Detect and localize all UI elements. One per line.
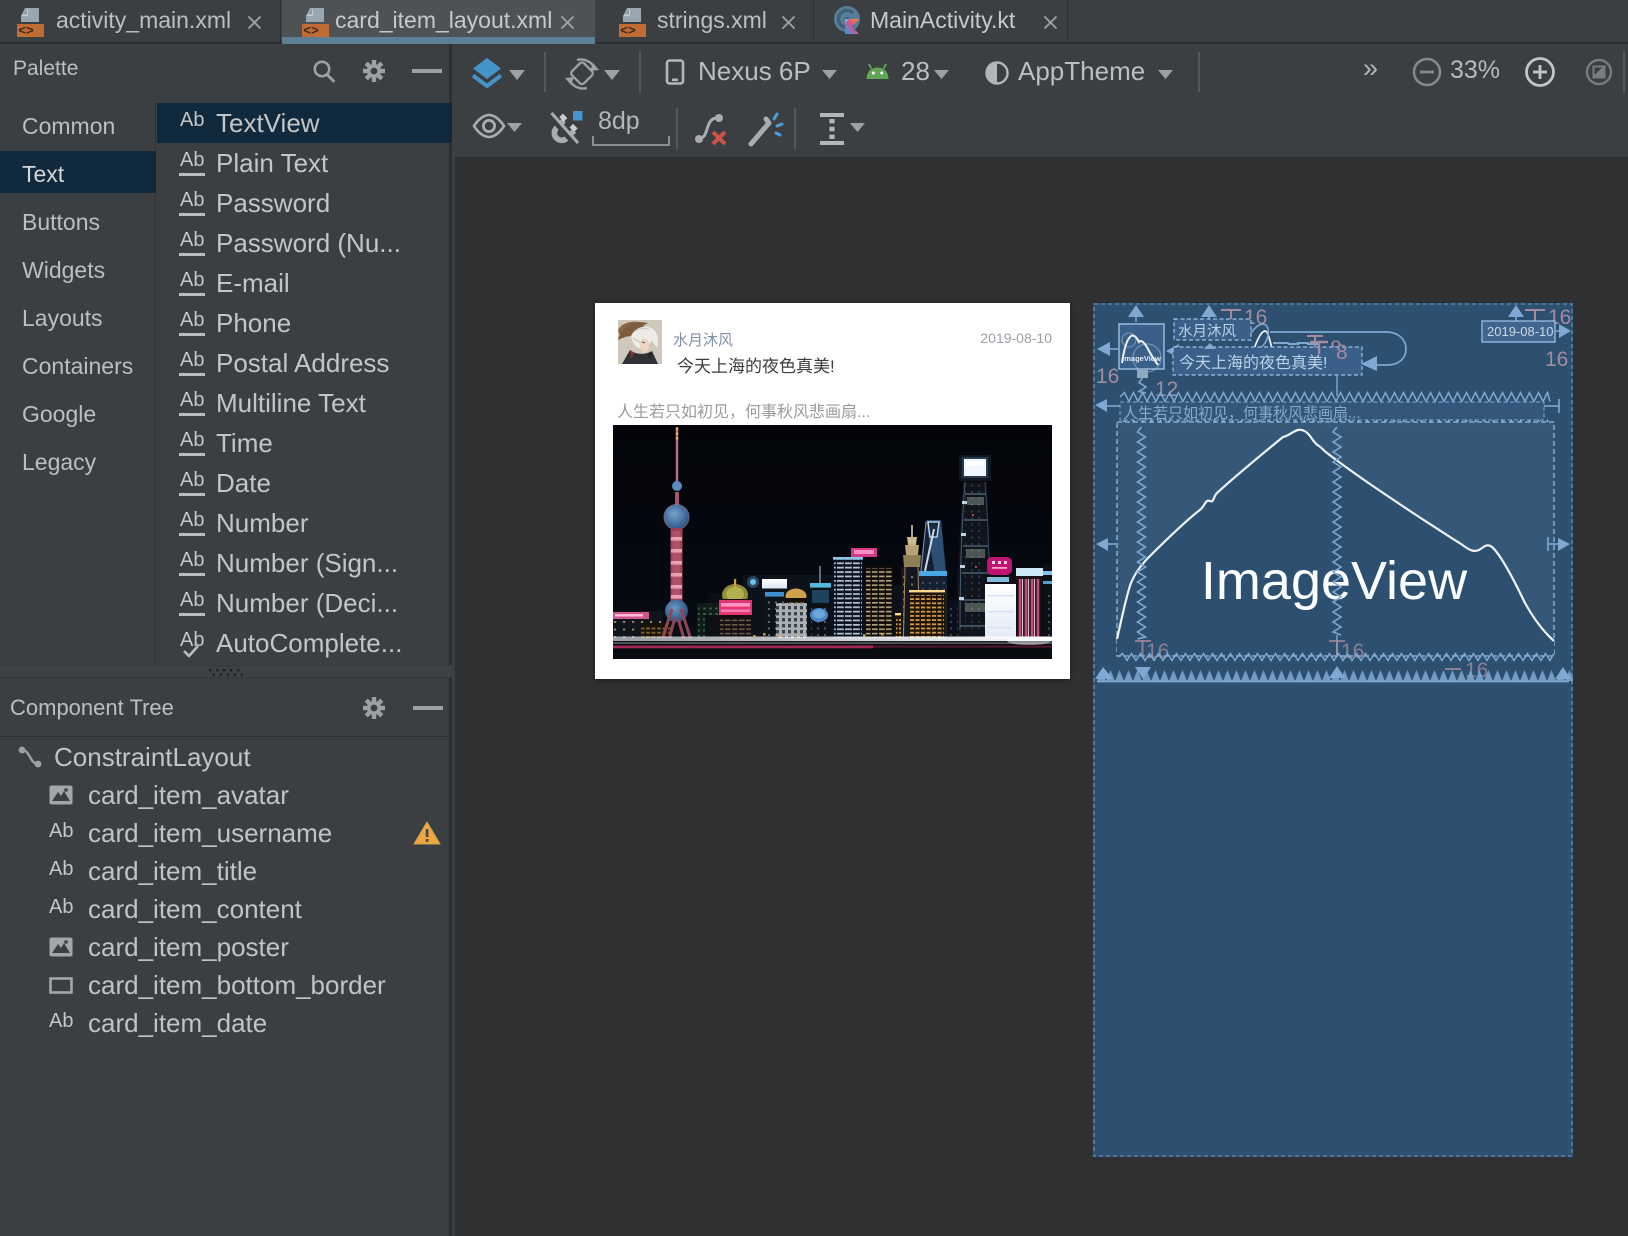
svg-text:16: 16	[1096, 365, 1119, 388]
svg-text:水月沐风: 水月沐风	[1178, 323, 1236, 340]
svg-text:16: 16	[1146, 640, 1169, 663]
svg-text:今天上海的夜色真美!: 今天上海的夜色真美!	[1179, 354, 1327, 372]
svg-text:<>: <>	[303, 24, 319, 38]
svg-text:16: 16	[1545, 348, 1568, 371]
svg-text:ImageView: ImageView	[1122, 354, 1161, 363]
svg-text:8: 8	[1336, 341, 1348, 364]
svg-text:<>: <>	[620, 24, 636, 38]
svg-text:2019-08-10: 2019-08-10	[1487, 324, 1554, 339]
svg-text:<>: <>	[18, 24, 34, 38]
